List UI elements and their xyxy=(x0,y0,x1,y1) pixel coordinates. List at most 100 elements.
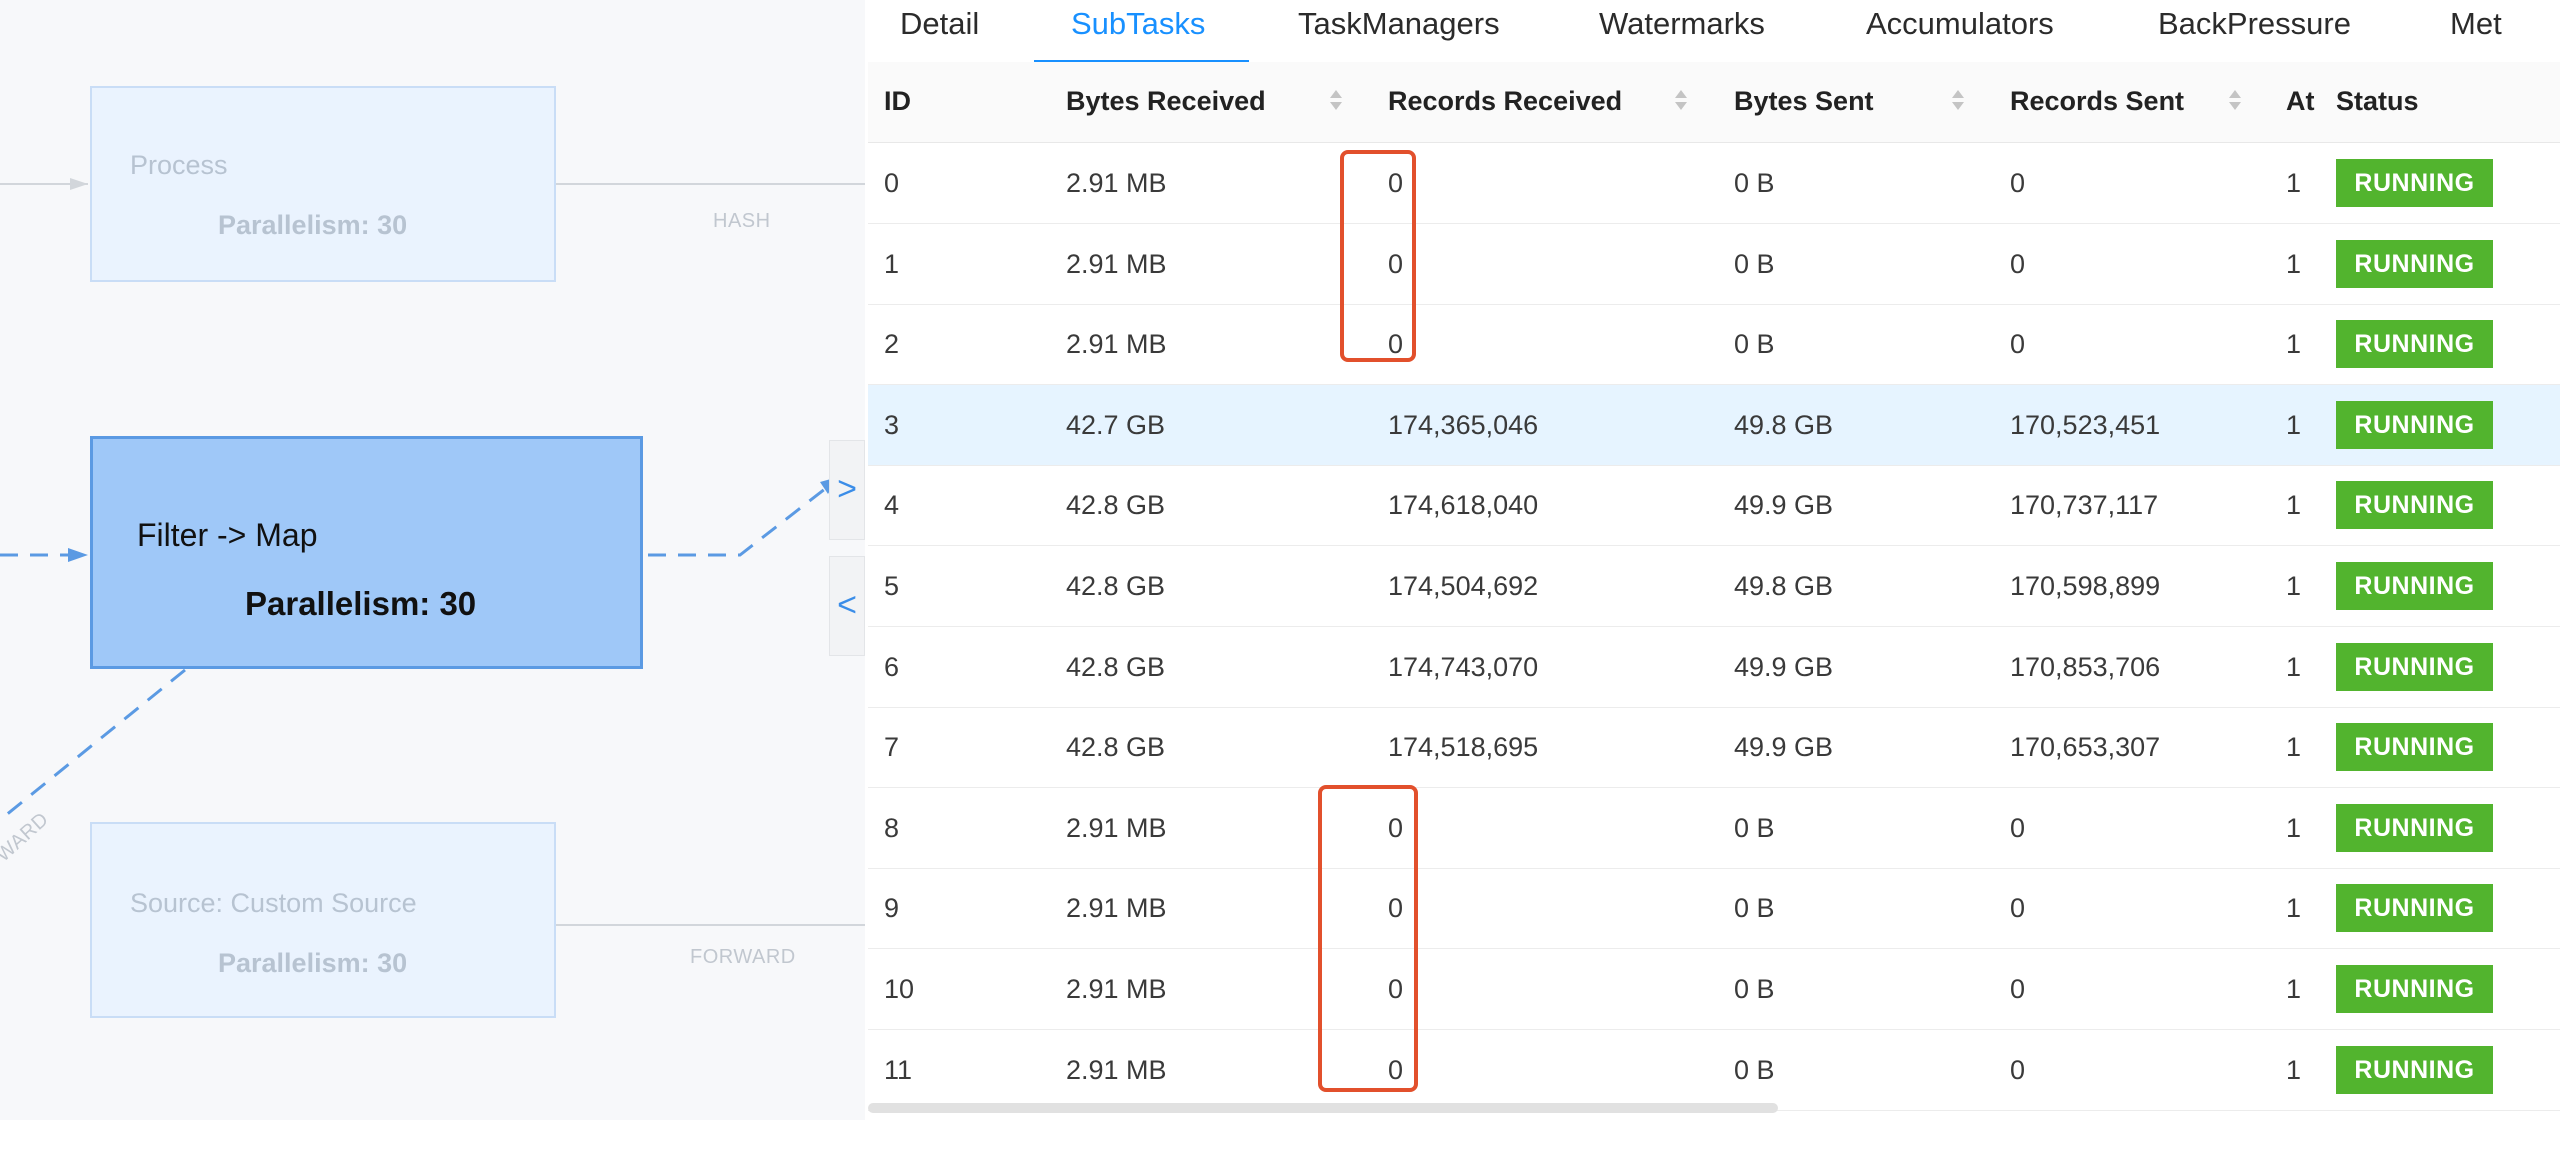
table-row[interactable]: 0 2.91 MB 0 0 B 0 1 RUNNING xyxy=(868,143,2560,224)
sort-icon[interactable] xyxy=(1674,88,1688,116)
table-row[interactable]: 6 42.8 GB 174,743,070 49.9 GB 170,853,706 1 RU… xyxy=(868,627,2560,708)
tab-metrics[interactable]: Met xyxy=(2450,0,2502,62)
column-header-status[interactable]: Status xyxy=(2336,62,2419,142)
table-row[interactable]: 5 42.8 GB 174,504,692 49.8 GB 170,598,899 1 RU… xyxy=(868,546,2560,627)
cell-bytes-sent: 49.9 GB xyxy=(1734,652,1834,682)
table-row[interactable]: 7 42.8 GB 174,518,695 49.9 GB 170,653,307 1 RU… xyxy=(868,707,2560,788)
tab-bar: Detail SubTasks TaskManagers Watermarks … xyxy=(868,0,2560,64)
cell-records-sent: 0 xyxy=(2010,974,2026,1004)
status-badge: RUNNING xyxy=(2336,643,2493,691)
cell-id: 4 xyxy=(884,490,900,520)
cell-id: 8 xyxy=(884,813,900,843)
status-badge: RUNNING xyxy=(2336,481,2493,529)
expand-panel-button[interactable]: > xyxy=(829,440,865,540)
cell-id: 3 xyxy=(884,410,900,440)
cell-id: 2 xyxy=(884,329,900,359)
job-graph-canvas[interactable]: Process Parallelism: 30 Filter -> Map Pa… xyxy=(0,0,865,1120)
cell-bytes-received: 2.91 MB xyxy=(1066,893,1167,923)
cell-bytes-sent: 49.9 GB xyxy=(1734,490,1834,520)
horizontal-scrollbar[interactable] xyxy=(868,1103,1778,1113)
cell-bytes-received: 2.91 MB xyxy=(1066,329,1167,359)
cell-records-sent: 170,523,451 xyxy=(2010,410,2161,440)
cell-attempt: 1 xyxy=(2286,652,2302,682)
collapse-panel-button[interactable]: < xyxy=(829,556,865,656)
cell-attempt: 1 xyxy=(2286,1055,2302,1085)
sort-icon[interactable] xyxy=(1329,88,1343,116)
tab-taskmanagers[interactable]: TaskManagers xyxy=(1298,0,1500,62)
node-parallelism: Parallelism: 30 xyxy=(218,948,408,978)
cell-bytes-sent: 0 B xyxy=(1734,974,1775,1004)
graph-node-source[interactable]: Source: Custom Source Parallelism: 30 xyxy=(90,822,556,1018)
column-header-records-received[interactable]: Records Received xyxy=(1388,62,1622,142)
sort-icon[interactable] xyxy=(1951,88,1965,116)
cell-records-sent: 0 xyxy=(2010,813,2026,843)
column-header-bytes-sent[interactable]: Bytes Sent xyxy=(1734,62,1874,142)
cell-records-received: 174,504,692 xyxy=(1388,571,1539,601)
cell-id: 11 xyxy=(884,1055,913,1085)
cell-records-sent: 0 xyxy=(2010,329,2026,359)
cell-bytes-sent: 49.8 GB xyxy=(1734,410,1834,440)
annotation-box-zero-records-top xyxy=(1340,150,1416,362)
cell-id: 1 xyxy=(884,249,900,279)
cell-records-sent: 170,853,706 xyxy=(2010,652,2161,682)
cell-bytes-received: 2.91 MB xyxy=(1066,1055,1167,1085)
graph-node-filter-map[interactable]: Filter -> Map Parallelism: 30 xyxy=(90,436,643,669)
cell-bytes-sent: 0 B xyxy=(1734,329,1775,359)
node-name: Filter -> Map xyxy=(137,517,318,553)
column-header-bytes-received[interactable]: Bytes Received xyxy=(1066,62,1266,142)
table-row[interactable]: 1 2.91 MB 0 0 B 0 1 RUNNING xyxy=(868,224,2560,305)
cell-records-sent: 0 xyxy=(2010,168,2026,198)
cell-records-sent: 170,653,307 xyxy=(2010,732,2161,762)
status-badge: RUNNING xyxy=(2336,240,2493,288)
table-row[interactable]: 10 2.91 MB 0 0 B 0 1 RUNNING xyxy=(868,949,2560,1030)
tab-backpressure[interactable]: BackPressure xyxy=(2158,0,2351,62)
status-badge: RUNNING xyxy=(2336,723,2493,771)
status-badge: RUNNING xyxy=(2336,159,2493,207)
table-row[interactable]: 4 42.8 GB 174,618,040 49.9 GB 170,737,117 1 RU… xyxy=(868,465,2560,546)
column-header-attempt[interactable]: At xyxy=(2286,62,2315,142)
cell-attempt: 1 xyxy=(2286,490,2302,520)
tab-watermarks[interactable]: Watermarks xyxy=(1599,0,1765,62)
cell-records-sent: 0 xyxy=(2010,1055,2026,1085)
cell-bytes-received: 2.91 MB xyxy=(1066,813,1167,843)
column-header-id[interactable]: ID xyxy=(884,62,911,142)
cell-records-sent: 0 xyxy=(2010,249,2026,279)
column-header-records-sent[interactable]: Records Sent xyxy=(2010,62,2184,142)
table-row[interactable]: 3 42.7 GB 174,365,046 49.8 GB 170,523,451 1 RU… xyxy=(868,385,2560,466)
cell-attempt: 1 xyxy=(2286,249,2302,279)
cell-records-sent: 170,598,899 xyxy=(2010,571,2161,601)
arrowhead-icon xyxy=(70,178,88,190)
cell-records-sent: 0 xyxy=(2010,893,2026,923)
node-parallelism: Parallelism: 30 xyxy=(218,210,408,240)
cell-bytes-sent: 0 B xyxy=(1734,168,1775,198)
arrowhead-icon xyxy=(68,548,88,562)
table-row[interactable]: 9 2.91 MB 0 0 B 0 1 RUNNING xyxy=(868,868,2560,949)
chevron-left-icon: < xyxy=(837,586,857,624)
cell-bytes-received: 42.8 GB xyxy=(1066,732,1166,762)
cell-bytes-sent: 49.8 GB xyxy=(1734,571,1834,601)
cell-bytes-sent: 0 B xyxy=(1734,249,1775,279)
status-badge: RUNNING xyxy=(2336,884,2493,932)
tab-subtasks[interactable]: SubTasks xyxy=(1071,0,1205,62)
graph-node-process[interactable]: Process Parallelism: 30 xyxy=(90,86,556,282)
table-row[interactable]: 8 2.91 MB 0 0 B 0 1 RUNNING xyxy=(868,788,2560,869)
cell-id: 7 xyxy=(884,732,900,762)
table-row[interactable]: 11 2.91 MB 0 0 B 0 1 RUNNING xyxy=(868,1030,2560,1111)
cell-attempt: 1 xyxy=(2286,893,2302,923)
cell-bytes-received: 42.8 GB xyxy=(1066,490,1166,520)
status-badge: RUNNING xyxy=(2336,804,2493,852)
sort-icon[interactable] xyxy=(2228,88,2242,116)
tab-accumulators[interactable]: Accumulators xyxy=(1866,0,2054,62)
cell-bytes-received: 42.8 GB xyxy=(1066,571,1166,601)
node-name: Process xyxy=(130,150,228,180)
status-badge: RUNNING xyxy=(2336,401,2493,449)
status-badge: RUNNING xyxy=(2336,1046,2493,1094)
cell-bytes-received: 42.7 GB xyxy=(1066,410,1166,440)
cell-attempt: 1 xyxy=(2286,813,2302,843)
cell-id: 5 xyxy=(884,571,900,601)
tab-detail[interactable]: Detail xyxy=(900,0,979,62)
table-row[interactable]: 2 2.91 MB 0 0 B 0 1 RUNNING xyxy=(868,304,2560,385)
cell-id: 10 xyxy=(884,974,915,1004)
cell-attempt: 1 xyxy=(2286,732,2302,762)
edge-label-hash: HASH xyxy=(713,210,771,232)
